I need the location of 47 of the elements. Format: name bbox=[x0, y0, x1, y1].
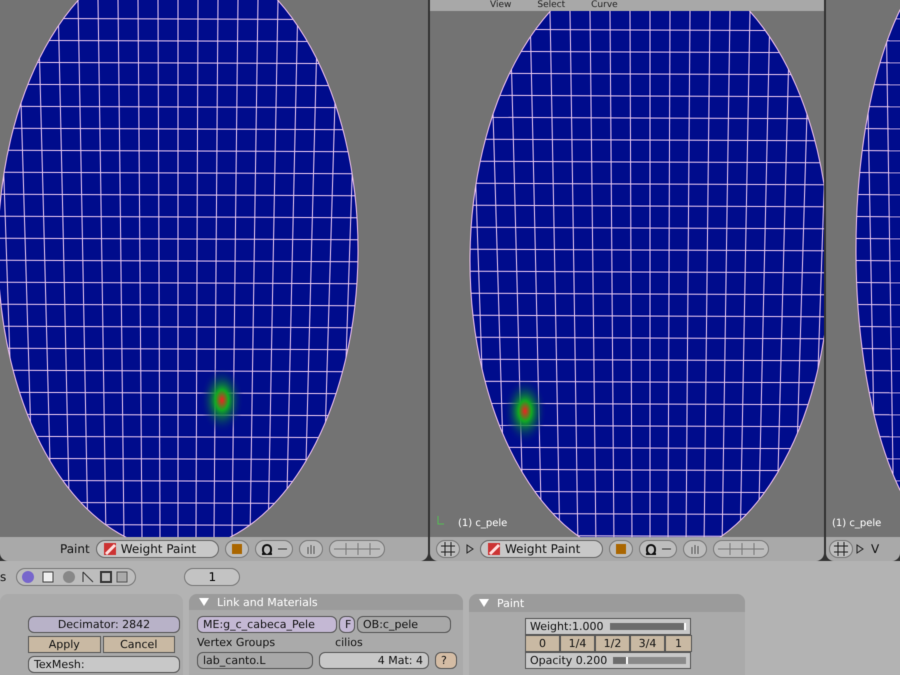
layer-grid-icon[interactable] bbox=[713, 540, 770, 558]
layer-grid-icon[interactable] bbox=[329, 540, 386, 558]
brush-icon bbox=[487, 542, 501, 556]
opacity-slider[interactable]: Opacity 0.200 bbox=[525, 652, 691, 669]
omega-icon[interactable] bbox=[255, 540, 294, 558]
cancel-button[interactable]: Cancel bbox=[102, 636, 175, 653]
collapse-triangle-icon[interactable] bbox=[479, 599, 489, 607]
menu-item[interactable]: View bbox=[490, 0, 512, 11]
vertex-group-field[interactable]: lab_canto.L bbox=[197, 652, 313, 669]
omega-icon[interactable] bbox=[639, 540, 678, 558]
collapse-triangle-icon[interactable] bbox=[199, 598, 209, 606]
context-buttons-icon[interactable] bbox=[16, 568, 136, 586]
weight-preset-button[interactable]: 1 bbox=[665, 635, 692, 652]
help-button[interactable]: ? bbox=[435, 652, 457, 669]
weight-preset-button[interactable]: 1/4 bbox=[560, 635, 595, 652]
weight-preset-button[interactable]: 1/2 bbox=[595, 635, 630, 652]
object-icon[interactable] bbox=[225, 540, 250, 558]
menu-item[interactable]: Select bbox=[537, 0, 566, 11]
apply-button[interactable]: Apply bbox=[28, 636, 100, 653]
mode-label: Paint bbox=[60, 542, 90, 556]
object-label: (1) c_pele bbox=[458, 518, 508, 530]
fake-user-button[interactable]: F bbox=[339, 616, 355, 633]
frame-number-field[interactable]: 1 bbox=[184, 568, 240, 586]
weight-slider[interactable]: Weight:1.000 bbox=[525, 618, 691, 635]
vertex-groups-label: Vertex Groups bbox=[197, 636, 276, 649]
expand-triangle-icon[interactable] bbox=[466, 544, 474, 554]
weight-preset-button[interactable]: 0 bbox=[525, 635, 560, 652]
object-name-field[interactable]: OB:c_pele bbox=[357, 616, 451, 633]
mesh-name-field[interactable]: ME:g_c_cabeca_Pele bbox=[197, 616, 337, 633]
view-type-button[interactable] bbox=[436, 540, 460, 558]
menu-item[interactable]: Curve bbox=[591, 0, 618, 11]
brush-icon bbox=[102, 542, 117, 556]
menu-item[interactable]: V bbox=[867, 540, 884, 558]
panel-label: s bbox=[0, 570, 6, 584]
mode-dropdown[interactable]: Weight Paint bbox=[480, 540, 604, 558]
object-label: (1) c_pele bbox=[832, 518, 882, 530]
object-icon[interactable] bbox=[609, 540, 634, 558]
material-index-field[interactable]: 4 Mat: 4 bbox=[319, 652, 429, 669]
grid-icon bbox=[441, 542, 455, 556]
texmesh-field[interactable]: TexMesh: bbox=[28, 656, 180, 673]
decimator-field[interactable]: Decimator: 2842 bbox=[28, 616, 180, 633]
view-type-button[interactable] bbox=[829, 540, 853, 558]
material-label: cilios bbox=[335, 636, 363, 649]
mode-dropdown[interactable]: Weight Paint bbox=[96, 540, 220, 558]
expand-triangle-icon[interactable] bbox=[856, 544, 864, 554]
weight-preset-button[interactable]: 3/4 bbox=[630, 635, 665, 652]
grid-icon bbox=[834, 542, 848, 556]
